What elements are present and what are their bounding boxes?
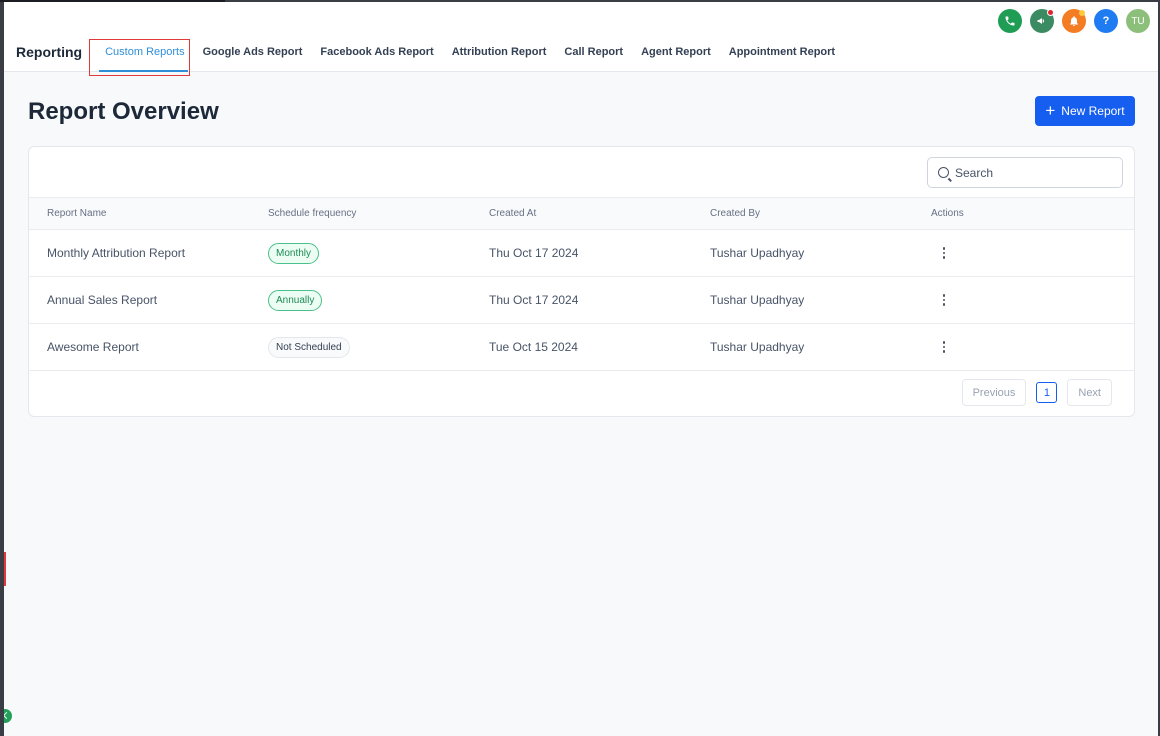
reports-table-card: Report Name Schedule frequency Created A…	[28, 146, 1135, 417]
more-actions-icon[interactable]	[937, 291, 951, 309]
created-by: Tushar Upadhyay	[710, 246, 805, 260]
search-input[interactable]	[955, 165, 1105, 180]
table-row[interactable]: Awesome Report Not Scheduled Tue Oct 15 …	[29, 324, 1134, 371]
page-title: Report Overview	[28, 98, 219, 125]
avatar[interactable]: TU	[1126, 9, 1150, 33]
tab-facebook-ads-report[interactable]: Facebook Ads Report	[311, 42, 442, 62]
created-at: Tue Oct 15 2024	[489, 340, 578, 354]
sidebar-expand-icon[interactable]	[4, 709, 12, 723]
more-actions-icon[interactable]	[937, 338, 951, 356]
column-header-actions: Actions	[931, 208, 964, 219]
phone-icon[interactable]	[998, 9, 1022, 33]
search-icon	[938, 167, 949, 178]
table-row[interactable]: Annual Sales Report Annually Thu Oct 17 …	[29, 277, 1134, 324]
column-header-created-by[interactable]: Created By	[710, 208, 760, 219]
page-number-button[interactable]: 1	[1036, 382, 1058, 403]
plus-icon: +	[1045, 100, 1056, 120]
header-icons: ? TU	[998, 9, 1150, 33]
frequency-badge: Monthly	[268, 243, 320, 264]
top-header: ? TU Reporting Custom Reports Google Ads…	[4, 2, 1158, 76]
notification-dot	[1079, 10, 1085, 16]
report-name[interactable]: Annual Sales Report	[47, 293, 157, 307]
tab-appointment-report[interactable]: Appointment Report	[720, 42, 844, 62]
pagination: Previous 1 Next	[961, 379, 1112, 406]
created-by: Tushar Upadhyay	[710, 293, 805, 307]
app-window: ? TU Reporting Custom Reports Google Ads…	[4, 2, 1158, 736]
tab-google-ads-report[interactable]: Google Ads Report	[194, 42, 312, 62]
active-tab-highlight	[89, 39, 190, 76]
report-name[interactable]: Awesome Report	[47, 340, 139, 354]
column-header-created-at[interactable]: Created At	[489, 208, 536, 219]
created-at: Thu Oct 17 2024	[489, 246, 579, 260]
new-report-label: New Report	[1061, 104, 1125, 118]
notification-dot	[1047, 9, 1054, 16]
column-header-report-name[interactable]: Report Name	[47, 208, 106, 219]
help-icon[interactable]: ?	[1094, 9, 1118, 33]
brand-title: Reporting	[16, 44, 83, 60]
next-page-button[interactable]: Next	[1067, 379, 1112, 406]
previous-page-button[interactable]: Previous	[961, 379, 1027, 406]
created-by: Tushar Upadhyay	[710, 340, 805, 354]
megaphone-icon[interactable]	[1030, 9, 1054, 33]
bell-icon[interactable]	[1062, 9, 1086, 33]
frequency-badge: Annually	[268, 290, 323, 311]
report-nav: Reporting Custom Reports Google Ads Repo…	[16, 39, 844, 76]
tab-agent-report[interactable]: Agent Report	[632, 42, 720, 62]
tab-attribution-report[interactable]: Attribution Report	[443, 42, 556, 62]
column-header-schedule-frequency[interactable]: Schedule frequency	[268, 208, 356, 219]
table-row[interactable]: Monthly Attribution Report Monthly Thu O…	[29, 230, 1134, 277]
frequency-badge: Not Scheduled	[268, 337, 350, 358]
more-actions-icon[interactable]	[937, 244, 951, 262]
new-report-button[interactable]: + New Report	[1035, 96, 1135, 126]
left-edge-marker	[4, 552, 6, 586]
created-at: Thu Oct 17 2024	[489, 293, 579, 307]
search-box[interactable]	[927, 157, 1123, 188]
report-name[interactable]: Monthly Attribution Report	[47, 246, 185, 260]
tab-call-report[interactable]: Call Report	[555, 42, 632, 62]
table-header: Report Name Schedule frequency Created A…	[29, 197, 1134, 230]
